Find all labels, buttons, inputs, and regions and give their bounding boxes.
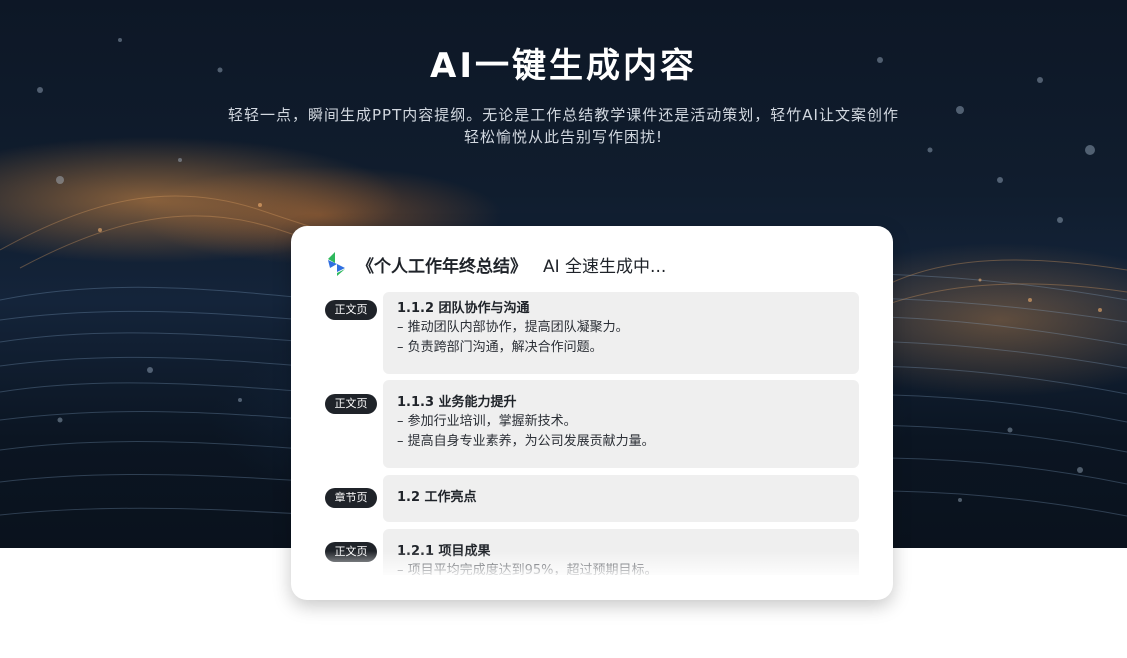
outline-panel: 1.1.2 团队协作与沟通 – 推动团队内部协作，提高团队凝聚力。 – 负责跨部… (383, 292, 859, 374)
document-title: 《个人工作年终总结》 (357, 256, 527, 277)
outline-item: 正文页 1.1.2 团队协作与沟通 – 推动团队内部协作，提高团队凝聚力。 – … (313, 292, 871, 374)
outline-item: 正文页 1.2.1 项目成果 – 项目平均完成度达到95%，超过预期目标。 (313, 529, 871, 575)
outline-list[interactable]: 正文页 1.1.2 团队协作与沟通 – 推动团队内部协作，提高团队凝聚力。 – … (313, 292, 871, 575)
outline-item-title: 1.2.1 项目成果 (397, 544, 491, 559)
outline-panel: 1.1.3 业务能力提升 – 参加行业培训，掌握新技术。 – 提高自身专业素养，… (383, 380, 859, 468)
outline-item: 章节页 1.2 工作亮点 (313, 475, 871, 522)
page-subtitle-line-1: 轻轻一点，瞬间生成PPT内容提纲。无论是工作总结教学课件还是活动策划，轻竹AI让… (228, 106, 899, 124)
outline-bullet: – 项目平均完成度达到95%，超过预期目标。 (397, 563, 658, 575)
page-type-badge: 章节页 (325, 488, 377, 508)
card-header: 《个人工作年终总结》 AI 全速生成中... (325, 250, 666, 278)
page-title: AI一键生成内容 (430, 46, 697, 86)
outline-bullet: – 提高自身专业素养，为公司发展贡献力量。 (397, 434, 655, 449)
outline-item-title: 1.2 工作亮点 (397, 490, 477, 505)
outline-bullet: – 推动团队内部协作，提高团队凝聚力。 (397, 320, 629, 335)
outline-panel: 1.2.1 项目成果 – 项目平均完成度达到95%，超过预期目标。 (383, 529, 859, 575)
generation-status: AI 全速生成中... (543, 256, 667, 277)
outline-item: 正文页 1.1.3 业务能力提升 – 参加行业培训，掌握新技术。 – 提高自身专… (313, 380, 871, 468)
page-type-badge: 正文页 (325, 542, 377, 562)
generation-card: 《个人工作年终总结》 AI 全速生成中... 正文页 1.1.2 团队协作与沟通… (291, 226, 893, 600)
page-subtitle-line-2: 轻松愉悦从此告别写作困扰! (463, 128, 663, 146)
page-type-badge: 正文页 (325, 394, 377, 414)
outline-bullet: – 参加行业培训，掌握新技术。 (397, 414, 577, 429)
outline-item-title: 1.1.3 业务能力提升 (397, 395, 517, 410)
page-type-badge: 正文页 (325, 300, 377, 320)
outline-panel: 1.2 工作亮点 (383, 475, 859, 522)
outline-item-title: 1.1.2 团队协作与沟通 (397, 301, 530, 316)
outline-bullet: – 负责跨部门沟通，解决合作问题。 (397, 340, 603, 355)
qingzhu-logo-icon (328, 252, 345, 276)
